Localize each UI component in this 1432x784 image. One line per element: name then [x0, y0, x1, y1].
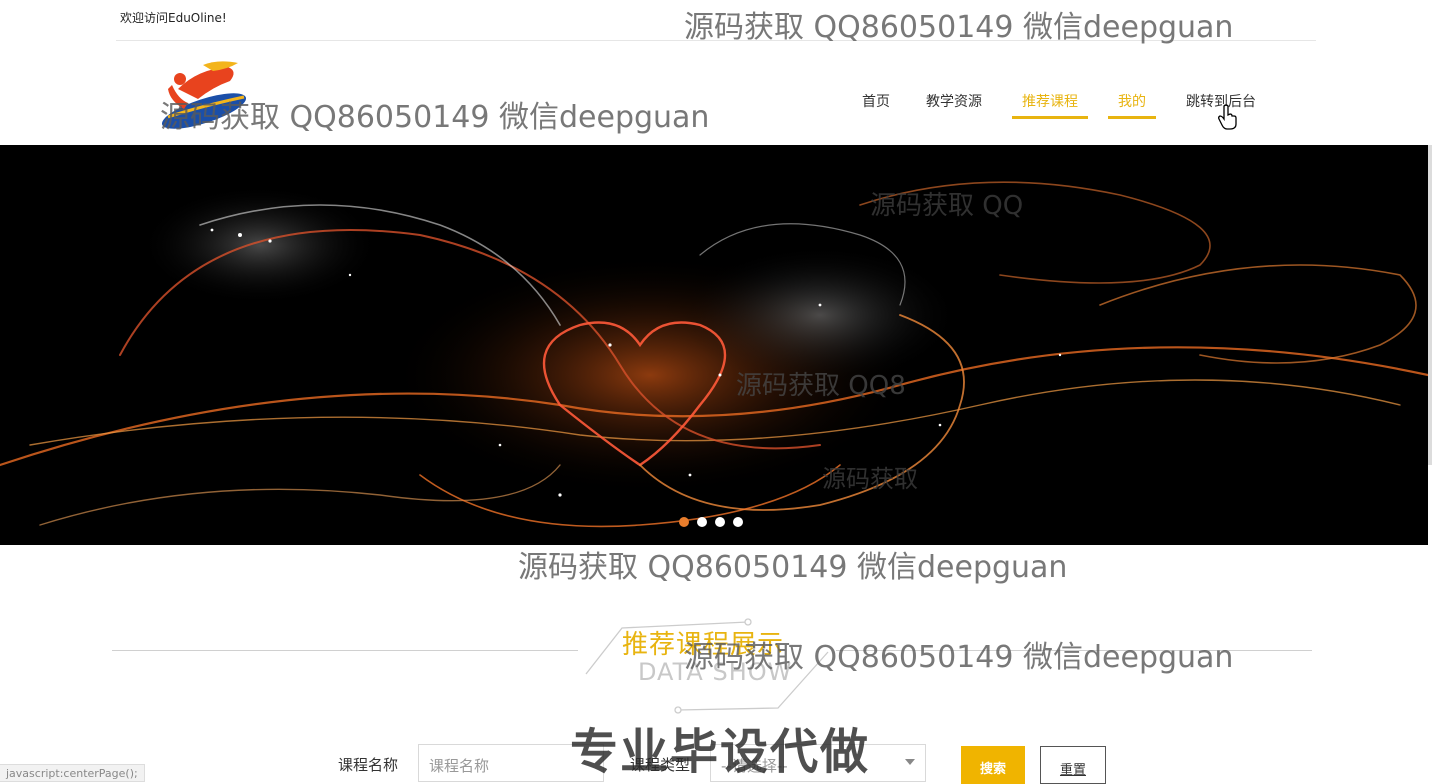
watermark-fragment: 源码获取 QQ [870, 191, 1024, 221]
welcome-text: 欢迎访问EduOline! [120, 11, 227, 25]
watermark-text: 源码获取 QQ86050149 微信deepguan [518, 550, 1068, 585]
watermark-text: 源码获取 QQ86050149 微信deepguan [684, 640, 1234, 675]
course-name-label: 课程名称 [338, 756, 399, 774]
browser-status-bar: javascript:centerPage(); [0, 764, 145, 782]
watermark-fragment: 源码获取 QQ8 [736, 371, 906, 401]
chevron-down-icon [905, 759, 915, 765]
search-button[interactable]: 搜索 [961, 746, 1025, 784]
carousel-dot[interactable] [679, 517, 689, 527]
carousel-dot[interactable] [715, 517, 725, 527]
nav-teaching-resources[interactable]: 教学资源 [926, 81, 982, 119]
banner-light-swirl-image [0, 145, 1428, 545]
nav-mine[interactable]: 我的 [1108, 81, 1156, 119]
carousel-indicators [679, 517, 743, 527]
main-nav: 首页 教学资源 推荐课程 我的 跳转到后台 [862, 81, 1256, 121]
divider-left [112, 650, 578, 651]
hand-cursor-icon [1218, 104, 1237, 130]
reset-button[interactable]: 重置 [1040, 746, 1106, 784]
hero-banner[interactable]: 源码获取 QQ 源码获取 QQ8 源码获取 [0, 145, 1428, 545]
nav-recommended-courses[interactable]: 推荐课程 [1012, 81, 1088, 119]
watermark-fragment: 源码获取 [822, 465, 918, 493]
watermark-text: 源码获取 QQ86050149 微信deepguan [684, 10, 1234, 45]
watermark-big-text: 专业毕设代做 [570, 724, 871, 780]
watermark-text: 源码获取 QQ86050149 微信deepguan [160, 100, 710, 135]
nav-home[interactable]: 首页 [862, 81, 890, 119]
page-scrollbar[interactable] [1428, 145, 1432, 465]
carousel-dot[interactable] [697, 517, 707, 527]
carousel-dot[interactable] [733, 517, 743, 527]
